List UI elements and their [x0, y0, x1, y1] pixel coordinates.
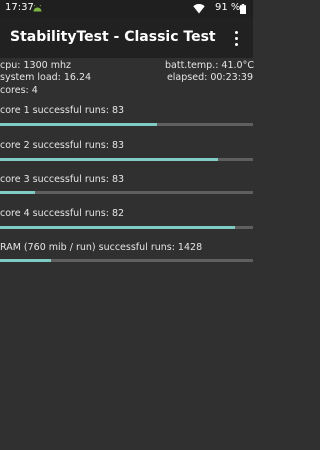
ram-progress-fill: [0, 259, 51, 262]
elapsed-time: elapsed: 00:23:39: [166, 72, 253, 83]
core-1-progress-fill: [0, 123, 157, 126]
wifi-icon: [193, 4, 205, 14]
system-load: system load: 16.24: [0, 72, 92, 83]
battery-temperature: batt.temp.: 41.0°C: [165, 60, 254, 71]
app-bar: StabilityTest - Classic Test: [0, 18, 253, 58]
core-3-progress-fill: [0, 191, 36, 194]
android-notification-icon: [33, 5, 42, 12]
battery-icon: [240, 4, 246, 14]
core-1-label: core 1 successful runs: 83: [0, 105, 125, 116]
cpu-frequency: cpu: 1300 mhz: [0, 60, 71, 71]
core-3-label: core 3 successful runs: 83: [0, 174, 125, 185]
app-title: StabilityTest - Classic Test: [10, 29, 216, 45]
ram-progress-bar: [0, 259, 253, 262]
core-2-progress-fill: [0, 158, 218, 161]
battery-percentage: 91 %: [215, 2, 241, 13]
ram-label: RAM (760 mib / run) successful runs: 142…: [0, 242, 203, 253]
core-count: cores: 4: [0, 85, 38, 96]
overflow-menu-icon[interactable]: [228, 26, 246, 50]
status-bar: 17:37 91 %: [0, 0, 253, 18]
core-4-progress-bar: [0, 226, 253, 229]
core-2-progress-bar: [0, 158, 253, 161]
core-2-label: core 2 successful runs: 83: [0, 140, 125, 151]
status-time: 17:37: [5, 2, 34, 13]
core-1-progress-bar: [0, 123, 253, 126]
core-3-progress-bar: [0, 191, 253, 194]
core-4-progress-fill: [0, 226, 236, 229]
core-4-label: core 4 successful runs: 82: [0, 208, 125, 219]
